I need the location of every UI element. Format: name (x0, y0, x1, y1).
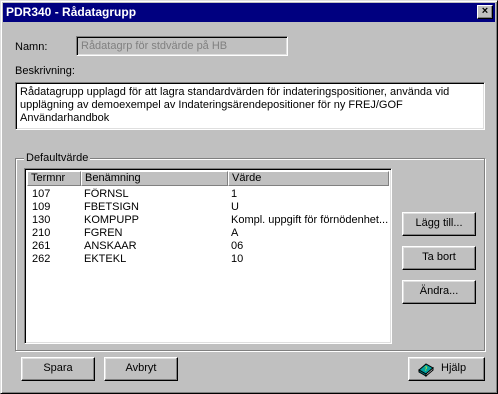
termnr-cell: 130 (32, 214, 51, 226)
andra-button[interactable]: Ändra... (402, 280, 476, 304)
table-row[interactable]: 261 ANSKAAR 06 (27, 240, 389, 253)
table-row[interactable]: 109 FBETSIGN U (27, 201, 389, 214)
window-title: PDR340 - Rådatagrupp (6, 5, 137, 19)
termnr-cell: 109 (32, 201, 51, 213)
hjalp-label: Hjälp (441, 362, 467, 374)
beskrivning-value: Rådatagrupp upplagd för att lagra standa… (20, 86, 450, 124)
column-header-termnr[interactable]: Termnr (27, 171, 81, 186)
close-button[interactable]: × (477, 5, 493, 19)
avbryt-button[interactable]: Avbryt (104, 357, 178, 381)
lagg-till-button[interactable]: Lägg till... (402, 212, 476, 236)
hjalp-button[interactable]: ? Hjälp (408, 357, 485, 381)
list-rows: 107 FÖRNSL 1 109 FBETSIGN U 130 KOMPUPP … (27, 188, 389, 266)
termnr-cell: 210 (32, 227, 51, 239)
list-header: Termnr Benämning Värde (27, 171, 389, 186)
benamning-cell: FGREN (84, 227, 123, 239)
namn-field: Rådatagrp för stdvärde på HB (76, 36, 288, 56)
termnr-cell: 261 (32, 240, 51, 252)
benamning-cell: FÖRNSL (84, 188, 129, 200)
column-header-varde[interactable]: Värde (228, 171, 389, 186)
varde-cell: 06 (231, 240, 244, 252)
ta-bort-button[interactable]: Ta bort (402, 246, 476, 270)
varde-cell: Kompl. uppgift för förnödenhet... (231, 214, 389, 226)
title-bar[interactable]: PDR340 - Rådatagrupp × (3, 3, 495, 22)
table-row[interactable]: 262 EKTEKL 10 (27, 253, 389, 266)
defaults-list[interactable]: Termnr Benämning Värde 107 FÖRNSL 1 109 … (24, 168, 392, 344)
benamning-cell: FBETSIGN (84, 201, 140, 213)
termnr-cell: 262 (32, 253, 51, 265)
close-icon: × (481, 5, 489, 17)
varde-cell: A (231, 227, 239, 239)
svg-text:?: ? (424, 366, 427, 373)
termnr-cell: 107 (32, 188, 51, 200)
column-header-benamning[interactable]: Benämning (81, 171, 228, 186)
beskrivning-field[interactable]: Rådatagrupp upplagd för att lagra standa… (15, 82, 485, 130)
beskrivning-label: Beskrivning: (15, 65, 75, 77)
namn-label: Namn: (15, 41, 48, 53)
benamning-cell: KOMPUPP (84, 214, 140, 226)
varde-cell: U (231, 201, 239, 213)
table-row[interactable]: 130 KOMPUPP Kompl. uppgift för förnödenh… (27, 214, 389, 227)
varde-cell: 10 (231, 253, 244, 265)
table-row[interactable]: 107 FÖRNSL 1 (27, 188, 389, 201)
dialog-window: PDR340 - Rådatagrupp × Namn: Rådatagrp f… (0, 0, 498, 394)
varde-cell: 1 (231, 188, 238, 200)
defaultvarde-group-label: Defaultvärde (24, 152, 91, 165)
help-book-icon: ? (418, 363, 434, 377)
spara-button[interactable]: Spara (21, 357, 95, 381)
namn-value: Rådatagrp för stdvärde på HB (81, 40, 228, 52)
benamning-cell: ANSKAAR (84, 240, 137, 252)
table-row[interactable]: 210 FGREN A (27, 227, 389, 240)
benamning-cell: EKTEKL (84, 253, 127, 265)
